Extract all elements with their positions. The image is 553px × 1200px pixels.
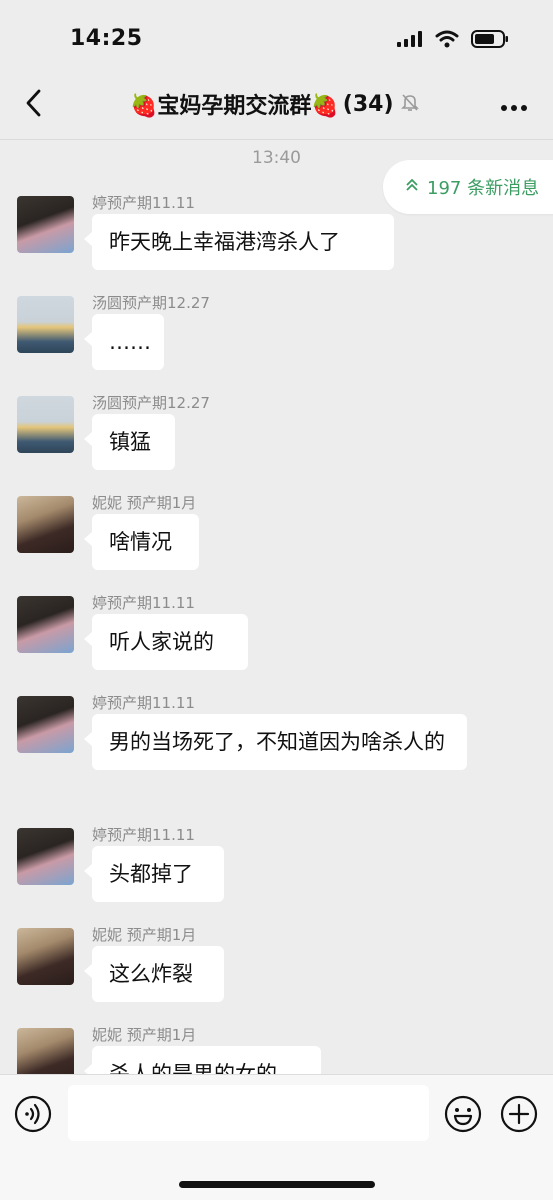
avatar[interactable]	[17, 928, 74, 985]
voice-icon	[14, 1095, 52, 1137]
chat-title-area: 🍓宝妈孕期交流群🍓 (34)	[130, 88, 420, 120]
message-bubble[interactable]: 昨天晚上幸福港湾杀人了	[84, 214, 394, 270]
avatar[interactable]	[17, 1028, 74, 1074]
battery-icon	[471, 30, 509, 52]
avatar[interactable]	[17, 296, 74, 353]
sender-name: 妮妮 预产期1月	[92, 1026, 197, 1044]
chat-area[interactable]: 13:40 197 条新消息 婷预产期11.11 昨天晚上幸福港湾杀人了 汤圆预…	[0, 140, 553, 1074]
message-bubble[interactable]: 镇猛	[84, 414, 175, 470]
back-arrow-icon	[24, 89, 42, 121]
back-button[interactable]	[18, 89, 48, 121]
avatar[interactable]	[17, 696, 74, 753]
message-bubble[interactable]: 听人家说的	[84, 614, 248, 670]
sender-name: 妮妮 预产期1月	[92, 926, 197, 944]
avatar[interactable]	[17, 596, 74, 653]
status-time: 14:25	[70, 26, 143, 51]
avatar[interactable]	[17, 196, 74, 253]
sender-name: 妮妮 预产期1月	[92, 494, 197, 512]
new-messages-button[interactable]: 197 条新消息	[383, 160, 553, 214]
home-indicator[interactable]	[179, 1181, 375, 1188]
avatar[interactable]	[17, 828, 74, 885]
message-bubble[interactable]: 这么炸裂	[84, 946, 224, 1002]
message-bubble[interactable]: 男的当场死了，不知道因为啥杀人的	[84, 714, 467, 770]
chat-title: 🍓宝妈孕期交流群🍓	[130, 94, 339, 119]
sender-name: 汤圆预产期12.27	[92, 294, 210, 312]
input-bar	[0, 1074, 553, 1200]
emoji-icon	[444, 1095, 482, 1137]
message-input[interactable]	[68, 1085, 429, 1141]
sender-name: 汤圆预产期12.27	[92, 394, 210, 412]
avatar[interactable]	[17, 496, 74, 553]
emoji-button[interactable]	[444, 1095, 482, 1133]
sender-name: 婷预产期11.11	[92, 594, 195, 612]
new-messages-label: 197 条新消息	[427, 178, 540, 199]
double-up-arrow-icon	[405, 178, 419, 196]
status-indicators	[397, 30, 509, 52]
wifi-icon	[435, 30, 459, 52]
sender-name: 婷预产期11.11	[92, 694, 195, 712]
message-bubble[interactable]: ……	[84, 314, 164, 370]
voice-button[interactable]	[14, 1095, 52, 1133]
more-dots-icon	[500, 97, 528, 116]
sender-name: 婷预产期11.11	[92, 826, 195, 844]
message-bubble[interactable]: 头都掉了	[84, 846, 224, 902]
message-bubble[interactable]: 杀人的是男的女的	[84, 1046, 321, 1074]
nav-bar: 🍓宝妈孕期交流群🍓 (34)	[0, 70, 553, 140]
signal-icon	[397, 31, 423, 51]
member-count: (34)	[342, 91, 394, 117]
sender-name: 婷预产期11.11	[92, 194, 195, 212]
message-bubble[interactable]: 啥情况	[84, 514, 199, 570]
mute-bell-icon	[400, 92, 420, 116]
avatar[interactable]	[17, 396, 74, 453]
status-bar: 14:25	[0, 0, 553, 70]
plus-icon	[500, 1095, 538, 1137]
more-button[interactable]	[499, 92, 529, 120]
more-functions-button[interactable]	[500, 1095, 538, 1133]
